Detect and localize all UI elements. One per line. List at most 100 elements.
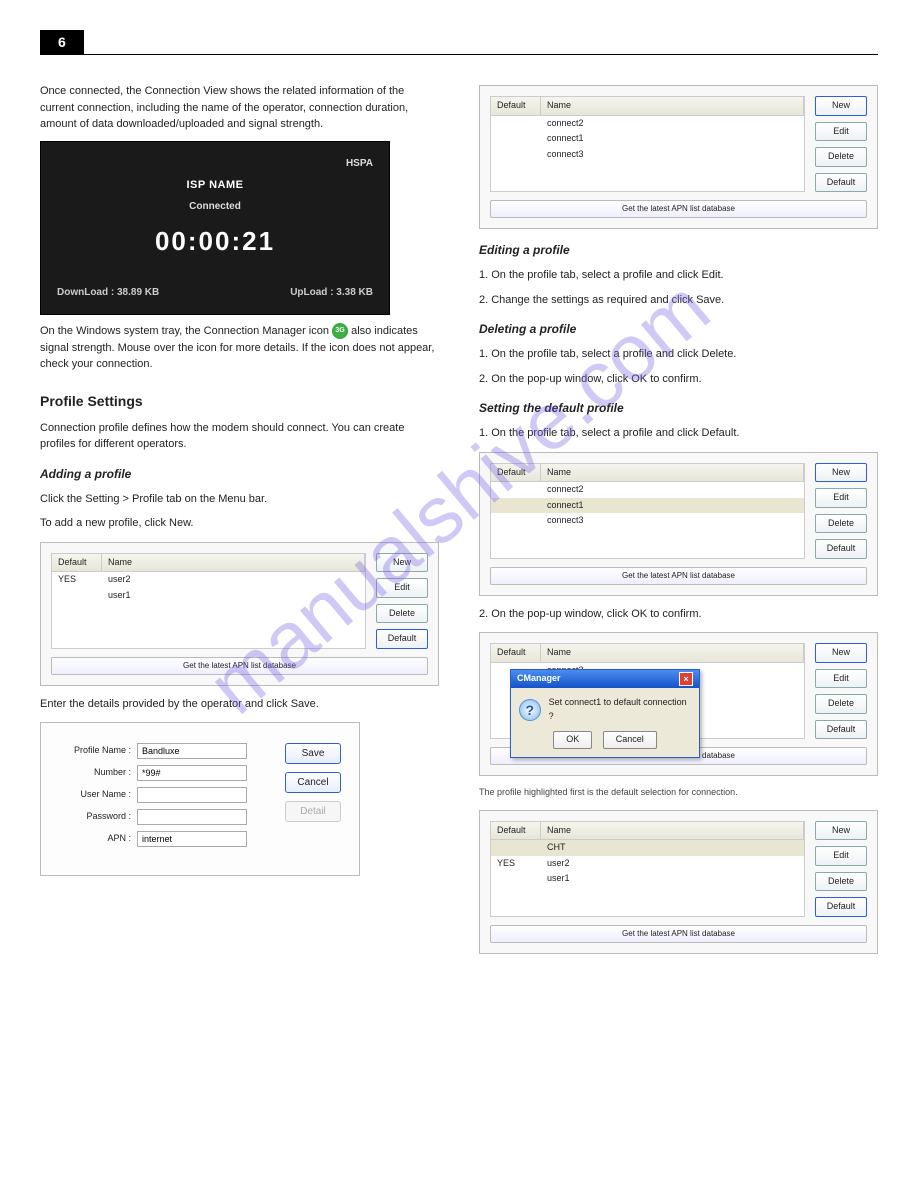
isp-connection-widget: HSPA ISP NAME Connected 00:00:21 DownLoa… [40,141,390,316]
table-row[interactable]: user1 [491,871,804,887]
edit-button[interactable]: Edit [376,578,428,598]
new-button[interactable]: New [815,821,867,841]
ok-button[interactable]: OK [553,731,592,749]
new-button[interactable]: New [815,463,867,483]
profile-list-panel-2: Default Name connect2 connect1 [479,85,878,229]
network-type: HSPA [57,156,373,171]
table-row[interactable]: YES user2 [52,572,365,588]
columns: Once connected, the Connection View show… [40,75,878,964]
apn-database-button[interactable]: Get the latest APN list database [490,925,867,943]
profile-table: Default Name connect2 connect1 [490,463,805,559]
cancel-button[interactable]: Cancel [603,731,657,749]
profile-list-panel-1: Default Name YES user2 user1 N [40,542,439,686]
new-button[interactable]: New [376,553,428,573]
page-number-block: 6 [40,30,84,54]
edit-button[interactable]: Edit [815,488,867,508]
close-icon[interactable]: × [679,672,693,686]
apn-database-button[interactable]: Get the latest APN list database [490,567,867,585]
button-column: New Edit Delete Default [815,463,867,559]
table-row[interactable]: CHT [491,840,804,856]
cell-name: connect1 [541,131,804,147]
apn-input[interactable] [137,831,247,847]
edit-button[interactable]: Edit [815,669,867,689]
profile-name-input[interactable] [137,743,247,759]
table-row[interactable]: connect3 [491,513,804,529]
cell-default: YES [52,572,102,588]
confirm-dialog: CManager × ? Set connect1 to default con… [510,669,700,758]
edit-step-2: 2. Change the settings as required and c… [479,292,878,309]
editing-profile-subtitle: Editing a profile [479,241,878,259]
cell-default [491,513,541,529]
connection-duration: 00:00:21 [57,222,373,261]
button-column: New Edit Delete Default [815,821,867,917]
tray-note: On the Windows system tray, the Connecti… [40,323,439,373]
table-row[interactable]: connect3 [491,147,804,163]
table-row[interactable]: connect2 [491,116,804,132]
col-name: Name [541,97,804,115]
tray-text-1: On the Windows system tray, the Connecti… [40,325,329,337]
new-button[interactable]: New [815,96,867,116]
profile-list-panel-4: Default Name CHT YES user2 [479,810,878,954]
step-p1b: To add a new profile, click New. [40,515,439,532]
delete-button[interactable]: Delete [376,604,428,624]
profile-name-label: Profile Name : [59,744,131,758]
col-name: Name [541,644,804,662]
col-default: Default [491,644,541,662]
cell-default [491,498,541,514]
question-icon: ? [519,699,541,721]
table-row[interactable]: connect1 [491,498,804,514]
default-button[interactable]: Default [815,897,867,917]
profile-intro: Connection profile defines how the modem… [40,420,439,453]
cell-name: connect3 [541,513,804,529]
transfer-stats: DownLoad : 38.89 KB UpLoad : 3.38 KB [57,285,373,300]
cancel-button[interactable]: Cancel [285,772,341,793]
cell-name: connect2 [541,116,804,132]
profile-table: Default Name connect2 connect1 [490,96,805,192]
new-button[interactable]: New [815,643,867,663]
delete-button[interactable]: Delete [815,872,867,892]
edit-button[interactable]: Edit [815,846,867,866]
dialog-titlebar: CManager × [511,670,699,688]
connection-status: Connected [57,199,373,214]
upload-stat: UpLoad : 3.38 KB [290,285,373,300]
cell-default [491,116,541,132]
delete-button[interactable]: Delete [815,147,867,167]
profile-form-panel: Save Cancel Detail Profile Name : Number… [40,722,360,876]
cell-default [491,840,541,856]
tray-3g-icon [332,323,348,339]
table-row[interactable]: connect2 [491,482,804,498]
default-button[interactable]: Default [376,629,428,649]
col-default: Default [491,822,541,840]
profile-table: Default Name YES user2 user1 [51,553,366,649]
username-input[interactable] [137,787,247,803]
cell-name: CHT [541,840,804,856]
password-input[interactable] [137,809,247,825]
apn-database-button[interactable]: Get the latest APN list database [490,200,867,218]
delete-button[interactable]: Delete [815,694,867,714]
profile-table: Default Name CHT YES user2 [490,821,805,917]
default-button[interactable]: Default [815,173,867,193]
edit-button[interactable]: Edit [815,122,867,142]
delete-button[interactable]: Delete [815,514,867,534]
cell-default [491,147,541,163]
cell-name: connect1 [541,498,804,514]
default-button[interactable]: Default [815,720,867,740]
right-column: Default Name connect2 connect1 [479,75,878,964]
apn-database-button[interactable]: Get the latest APN list database [51,657,428,675]
page: 6 Once connected, the Connection View sh… [0,0,918,994]
table-row[interactable]: connect1 [491,131,804,147]
save-button[interactable]: Save [285,743,341,764]
step-p1a: Click the Setting > Profile tab on the M… [40,491,439,508]
table-row[interactable]: user1 [52,588,365,604]
profile-list-panel-dialog: Default Name connect2 connect1 [479,632,878,776]
cell-default [491,131,541,147]
delete-step-1: 1. On the profile tab, select a profile … [479,346,878,363]
default-button[interactable]: Default [815,539,867,559]
intro-text-1: Once connected, the Connection View show… [40,83,439,133]
download-stat: DownLoad : 38.89 KB [57,285,159,300]
detail-button: Detail [285,801,341,822]
col-name: Name [102,554,365,572]
col-default: Default [491,97,541,115]
number-input[interactable] [137,765,247,781]
table-row[interactable]: YES user2 [491,856,804,872]
